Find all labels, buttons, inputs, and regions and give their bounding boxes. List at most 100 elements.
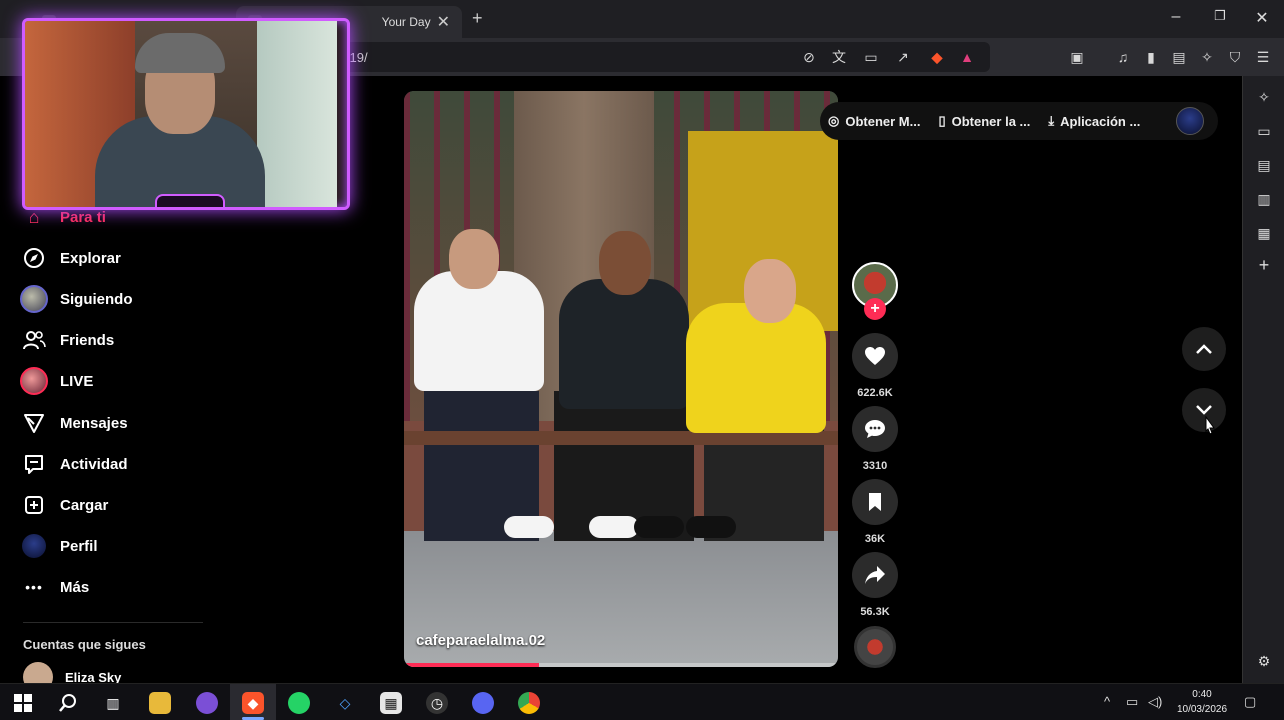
search-icon[interactable] [57, 692, 79, 714]
video-author-username[interactable]: cafeparaelalma.02 [416, 632, 545, 649]
system-clock[interactable]: 0:40 10/03/2026 [1170, 687, 1234, 717]
discord-icon[interactable] [472, 692, 494, 714]
new-tab-button[interactable]: + [472, 8, 483, 29]
clock-app-icon[interactable]: ◷ [426, 692, 448, 714]
chrome-icon[interactable] [518, 692, 540, 714]
nav-item-mas[interactable]: ••• Más [20, 572, 89, 602]
nav-item-mensajes[interactable]: Mensajes [20, 408, 128, 438]
share-action: 56.3K [852, 552, 898, 618]
share-icon[interactable]: ↗ [894, 48, 912, 66]
close-window-icon[interactable]: ✕ [1252, 8, 1272, 28]
nav-item-explorar[interactable]: Explorar [20, 243, 121, 273]
settings-gear-icon[interactable]: ⚙ [1255, 652, 1273, 670]
previous-video-button[interactable] [1182, 327, 1226, 371]
music-icon[interactable]: ♫ [1114, 48, 1132, 66]
comment-icon [865, 420, 885, 438]
get-app-button[interactable]: ▯ Obtener la ... [938, 113, 1030, 129]
comment-count: 3310 [862, 460, 888, 472]
chevron-up-icon [1196, 344, 1212, 354]
wallet-icon[interactable]: ▤ [1255, 156, 1273, 174]
vpn-shield-icon[interactable]: ⛉ [1226, 48, 1244, 66]
brave-rewards-icon[interactable]: ▲ [958, 48, 976, 66]
friends-icon [20, 326, 48, 354]
restore-icon[interactable]: ❐ [1210, 8, 1230, 24]
video-player[interactable]: cafeparaelalma.02 [404, 91, 838, 667]
nav-label: Siguiendo [60, 290, 133, 308]
share-count: 56.3K [860, 606, 890, 618]
send-icon [20, 409, 48, 437]
profile-avatar[interactable] [1176, 107, 1204, 135]
nav-item-live[interactable]: LIVE [20, 366, 93, 396]
add-panel-icon[interactable]: + [1255, 256, 1273, 274]
download-app-button[interactable]: ⤓ Aplicación ... [1048, 113, 1140, 129]
like-count: 622.6K [857, 387, 893, 399]
profile-avatar [20, 532, 48, 560]
close-tab-icon[interactable]: ✕ [437, 12, 450, 32]
app-diamond-icon[interactable]: ◇ [334, 692, 356, 714]
save-count: 36K [864, 533, 886, 545]
nav-item-actividad[interactable]: Actividad [20, 449, 128, 479]
coin-icon: ◎ [828, 113, 840, 128]
chat-app-icon[interactable] [196, 692, 218, 714]
nav-item-friends[interactable]: Friends [20, 325, 114, 355]
volume-icon[interactable]: ◁) [1148, 694, 1162, 710]
nav-label: Explorar [60, 249, 121, 267]
save-action: 36K [852, 479, 898, 545]
compass-icon [20, 244, 48, 272]
music-disc-icon[interactable] [854, 626, 896, 668]
message-box-icon [20, 450, 48, 478]
share-arrow-icon [865, 566, 885, 584]
video-icon[interactable]: ▭ [1255, 122, 1273, 140]
sidebar-icon[interactable]: ▮ [1142, 48, 1160, 66]
calendar-app-icon[interactable]: ▦ [380, 692, 402, 714]
windows-start-icon[interactable] [12, 692, 34, 714]
live-avatar [20, 367, 48, 395]
heart-icon [865, 347, 885, 365]
phone-icon: ▯ [938, 113, 946, 128]
browser-side-panel: ✧ ▭ ▤ ▥ ▦ + ⚙ [1242, 76, 1284, 683]
leo-ai-icon[interactable]: ✧ [1255, 88, 1273, 106]
menu-icon[interactable]: ☰ [1254, 48, 1272, 66]
minimize-icon[interactable]: – [1166, 8, 1186, 26]
get-app-banner: ◎ Obtener M... ▯ Obtener la ... ⤓ Aplica… [820, 102, 1218, 140]
like-action: 622.6K [852, 333, 898, 399]
notifications-icon[interactable]: ▢ [1244, 694, 1256, 710]
task-view-icon[interactable]: ▥ [102, 692, 124, 714]
mouse-cursor-icon [1205, 416, 1215, 435]
whatsapp-icon[interactable] [288, 692, 310, 714]
plus-box-icon [20, 491, 48, 519]
nav-label: Actividad [60, 455, 128, 473]
nav-item-cargar[interactable]: Cargar [20, 490, 108, 520]
nav-label: Perfil [60, 537, 98, 555]
get-coins-button[interactable]: ◎ Obtener M... [828, 113, 920, 129]
bookmarks-icon[interactable]: ▥ [1255, 190, 1273, 208]
like-button[interactable] [852, 333, 898, 379]
reading-list-icon[interactable]: ▦ [1255, 224, 1273, 242]
translate-icon[interactable]: 文 [830, 48, 848, 66]
share-button[interactable] [852, 552, 898, 598]
comment-button[interactable] [852, 406, 898, 452]
more-icon: ••• [25, 579, 43, 595]
pill-label: Obtener M... [845, 113, 921, 129]
cast-icon[interactable]: ▭ [862, 48, 880, 66]
streamer-webcam-overlay [22, 18, 350, 210]
wallet-icon[interactable]: ▤ [1170, 48, 1188, 66]
reader-mode-icon[interactable]: ▣ [1068, 48, 1086, 66]
nav-label: LIVE [60, 372, 94, 390]
video-progress-bar[interactable] [404, 663, 838, 667]
address-bar[interactable]: -419/ [300, 42, 990, 72]
brave-shields-icon[interactable]: ◆ [928, 48, 946, 66]
save-button[interactable] [852, 479, 898, 525]
file-explorer-icon[interactable] [149, 692, 171, 714]
tray-chevron-up-icon[interactable]: ^ [1104, 694, 1110, 709]
nav-label: Para ti [60, 208, 106, 226]
no-tracking-icon[interactable]: ⊘ [800, 48, 818, 66]
leo-ai-icon[interactable]: ✧ [1198, 48, 1216, 66]
brave-browser-icon[interactable]: ◆ [242, 692, 264, 714]
nav-item-siguiendo[interactable]: Siguiendo [20, 284, 133, 314]
nav-item-perfil[interactable]: Perfil [20, 531, 98, 561]
nav-label: Mensajes [60, 414, 128, 432]
follow-plus-button[interactable]: + [864, 298, 886, 320]
network-icon[interactable]: ▭ [1126, 694, 1138, 710]
nav-divider [23, 622, 203, 623]
